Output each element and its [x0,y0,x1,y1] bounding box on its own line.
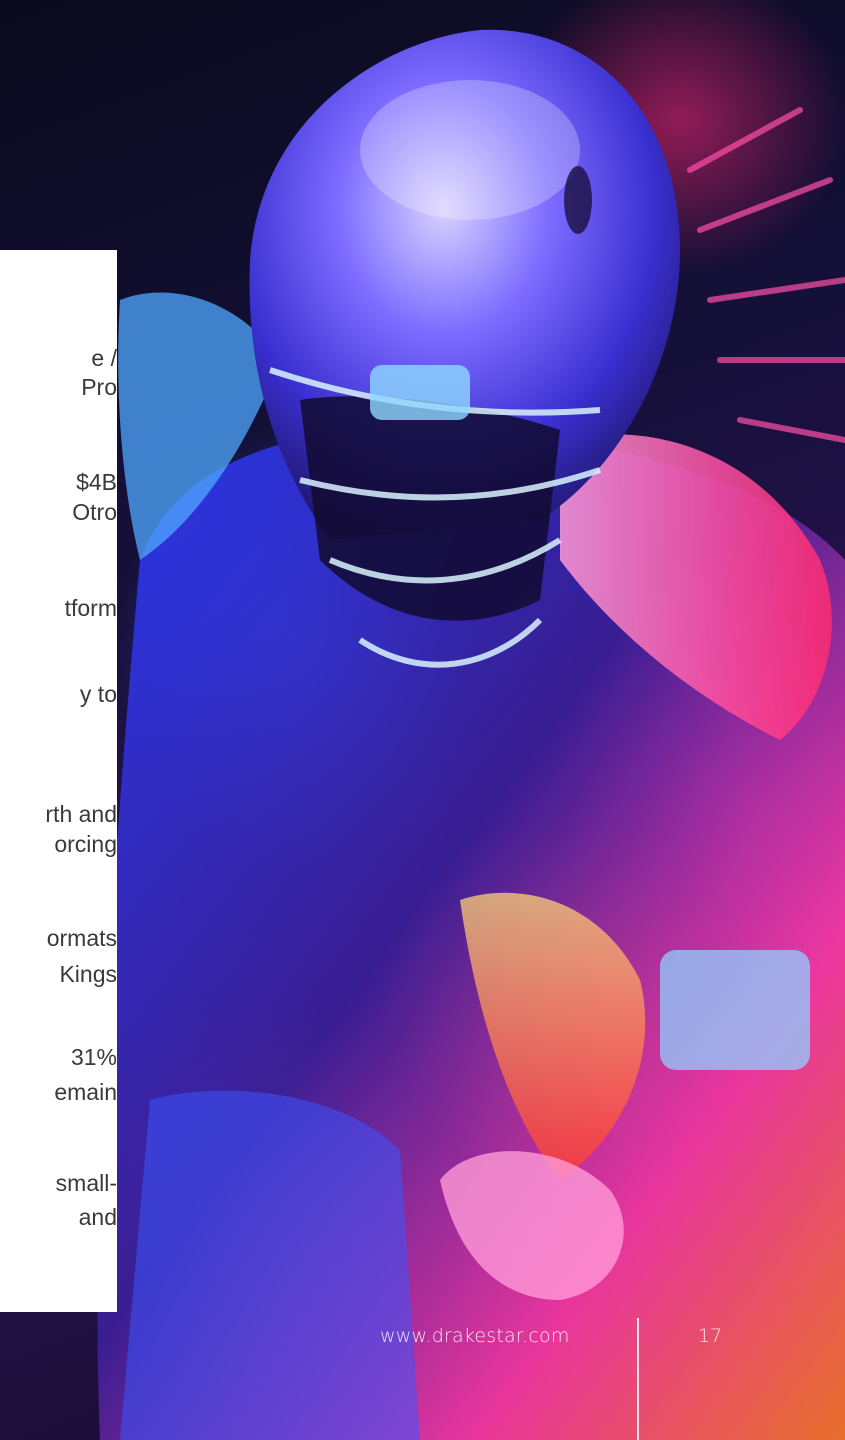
footer-website-link[interactable]: www.drakestar.com [380,1325,570,1347]
text-line: small- [55,1170,117,1196]
text-line: emain [54,1079,117,1105]
text-line: Pro [81,374,117,400]
text-line: orcing [54,831,117,857]
page: e / Pro $4B Otro tform y to rth and orci… [0,0,845,1440]
footer-divider [637,1318,639,1440]
text-line: y to [79,681,117,707]
text-line: e / [91,345,117,371]
text-line: rth and [45,801,117,827]
text-line: 31% [70,1044,117,1070]
text-line: and [78,1204,117,1230]
text-line: $4B [76,469,117,495]
text-line: Kings [59,961,117,987]
football-player-illustration [97,29,845,1440]
text-line: ormats [46,925,117,951]
article-text-panel: e / Pro $4B Otro tform y to rth and orci… [0,250,117,1312]
text-line: tform [64,595,117,621]
page-number: 17 [698,1325,723,1347]
text-line: Otro [72,499,117,525]
